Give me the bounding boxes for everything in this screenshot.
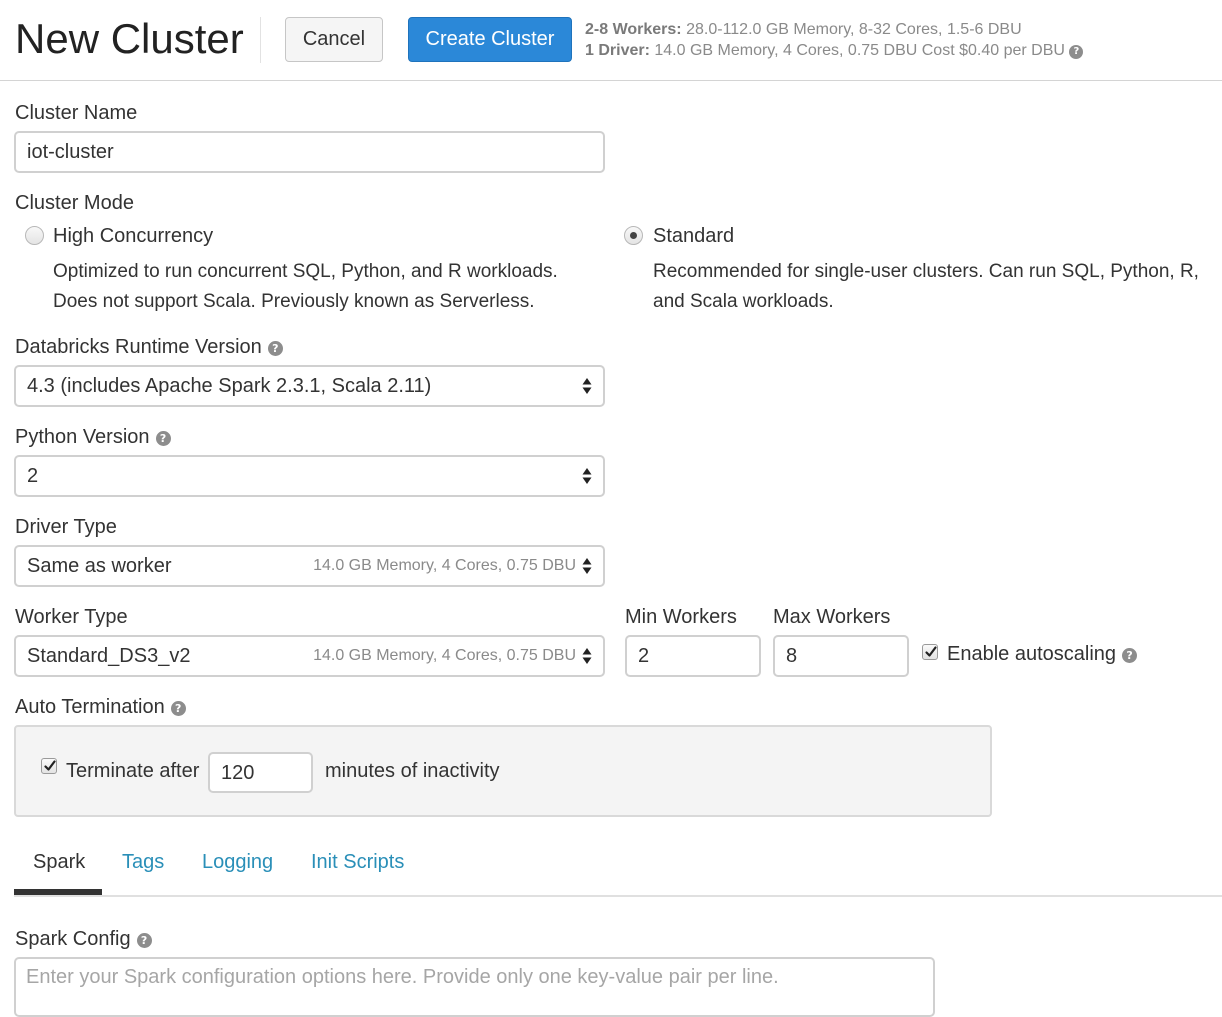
runtime-version-label-text: Databricks Runtime Version: [15, 336, 262, 358]
python-version-label-text: Python Version: [15, 426, 150, 448]
runtime-version-label: Databricks Runtime Version?: [15, 335, 283, 359]
terminate-after-checkbox[interactable]: [41, 758, 57, 774]
terminate-minutes-input[interactable]: 120: [208, 752, 313, 793]
header-divider: [260, 17, 261, 63]
spark-config-label: Spark Config?: [15, 927, 152, 951]
check-icon: [44, 760, 56, 771]
driver-type-label: Driver Type: [15, 516, 117, 538]
select-arrows-icon: [582, 558, 592, 574]
standard-radio[interactable]: [624, 226, 643, 245]
standard-description-line: Recommended for single-user clusters. Ca…: [653, 261, 1199, 282]
tab-spark[interactable]: Spark: [33, 850, 85, 874]
high-concurrency-description: Optimized to run concurrent SQL, Python,…: [53, 257, 558, 317]
high-concurrency-label: High Concurrency: [53, 225, 214, 247]
worker-type-select[interactable]: Standard_DS3_v2 14.0 GB Memory, 4 Cores,…: [14, 635, 605, 677]
python-version-select[interactable]: 2: [14, 455, 605, 497]
tab-logging[interactable]: Logging: [202, 850, 273, 874]
driver-summary: 1 Driver: 14.0 GB Memory, 4 Cores, 0.75 …: [585, 40, 1084, 61]
help-icon[interactable]: ?: [155, 431, 171, 446]
spark-config-label-text: Spark Config: [15, 928, 131, 950]
page-title: New Cluster: [15, 15, 244, 62]
driver-type-value: Same as worker: [27, 555, 172, 577]
tabs-divider: [14, 895, 1222, 897]
standard-label: Standard: [653, 225, 735, 247]
max-workers-input[interactable]: 8: [773, 635, 909, 677]
min-workers-input[interactable]: 2: [625, 635, 761, 677]
cluster-name-input[interactable]: iot-cluster: [14, 131, 605, 173]
create-cluster-button[interactable]: Create Cluster: [408, 17, 572, 62]
terminate-after-label: Terminate after: [66, 760, 200, 782]
high-concurrency-description-line: Optimized to run concurrent SQL, Python,…: [53, 261, 558, 282]
page-header: New Cluster Cancel Create Cluster 2-8 Wo…: [0, 0, 1222, 81]
driver-type-select[interactable]: Same as worker 14.0 GB Memory, 4 Cores, …: [14, 545, 605, 587]
select-arrows-icon: [582, 378, 592, 394]
auto-termination-label: Auto Termination?: [15, 695, 186, 719]
standard-description-line: and Scala workloads.: [653, 291, 834, 312]
worker-type-label: Worker Type: [15, 606, 128, 628]
min-workers-label: Min Workers: [625, 606, 737, 628]
inactivity-suffix-label: minutes of inactivity: [325, 760, 500, 782]
worker-type-value: Standard_DS3_v2: [27, 645, 191, 667]
active-tab-indicator: [14, 889, 102, 895]
driver-summary-info: 14.0 GB Memory, 4 Cores, 0.75 DBU Cost $…: [654, 42, 1065, 59]
help-icon[interactable]: ?: [136, 933, 152, 948]
runtime-version-select[interactable]: 4.3 (includes Apache Spark 2.3.1, Scala …: [14, 365, 605, 407]
auto-termination-panel: Terminate after 120 minutes of inactivit…: [14, 725, 992, 817]
cluster-mode-label: Cluster Mode: [15, 192, 134, 214]
autoscaling-label: Enable autoscaling?: [947, 642, 1138, 666]
python-version-value: 2: [27, 465, 39, 487]
help-icon[interactable]: ?: [1069, 45, 1084, 59]
workers-summary: 2-8 Workers: 28.0-112.0 GB Memory, 8-32 …: [585, 19, 1083, 40]
help-icon[interactable]: ?: [1122, 648, 1138, 663]
select-arrows-icon: [582, 468, 592, 484]
spark-config-textarea[interactable]: Enter your Spark configuration options h…: [14, 957, 935, 1017]
auto-termination-label-text: Auto Termination: [15, 696, 165, 718]
workers-summary-info: 28.0-112.0 GB Memory, 8-32 Cores, 1.5-6 …: [686, 21, 1022, 38]
driver-summary-label: 1 Driver:: [585, 42, 650, 59]
select-arrows-icon: [582, 648, 592, 664]
high-concurrency-radio[interactable]: [25, 226, 44, 245]
cluster-cost-summary: 2-8 Workers: 28.0-112.0 GB Memory, 8-32 …: [585, 19, 1084, 61]
autoscaling-label-text: Enable autoscaling: [947, 643, 1117, 665]
driver-type-hint: 14.0 GB Memory, 4 Cores, 0.75 DBU: [313, 557, 576, 574]
cluster-name-label: Cluster Name: [15, 102, 138, 124]
help-icon[interactable]: ?: [267, 341, 283, 356]
python-version-label: Python Version?: [15, 425, 171, 449]
tab-init-scripts[interactable]: Init Scripts: [311, 850, 404, 874]
high-concurrency-description-line: Does not support Scala. Previously known…: [53, 291, 535, 312]
workers-summary-label: 2-8 Workers:: [585, 21, 682, 38]
max-workers-label: Max Workers: [773, 606, 891, 628]
autoscaling-checkbox[interactable]: [922, 644, 938, 660]
check-icon: [925, 646, 937, 657]
standard-description: Recommended for single-user clusters. Ca…: [653, 257, 1199, 317]
cancel-button[interactable]: Cancel: [285, 17, 383, 62]
worker-type-hint: 14.0 GB Memory, 4 Cores, 0.75 DBU: [313, 647, 576, 664]
runtime-version-value: 4.3 (includes Apache Spark 2.3.1, Scala …: [27, 375, 432, 397]
help-icon[interactable]: ?: [170, 701, 186, 716]
tab-tags[interactable]: Tags: [122, 850, 164, 874]
